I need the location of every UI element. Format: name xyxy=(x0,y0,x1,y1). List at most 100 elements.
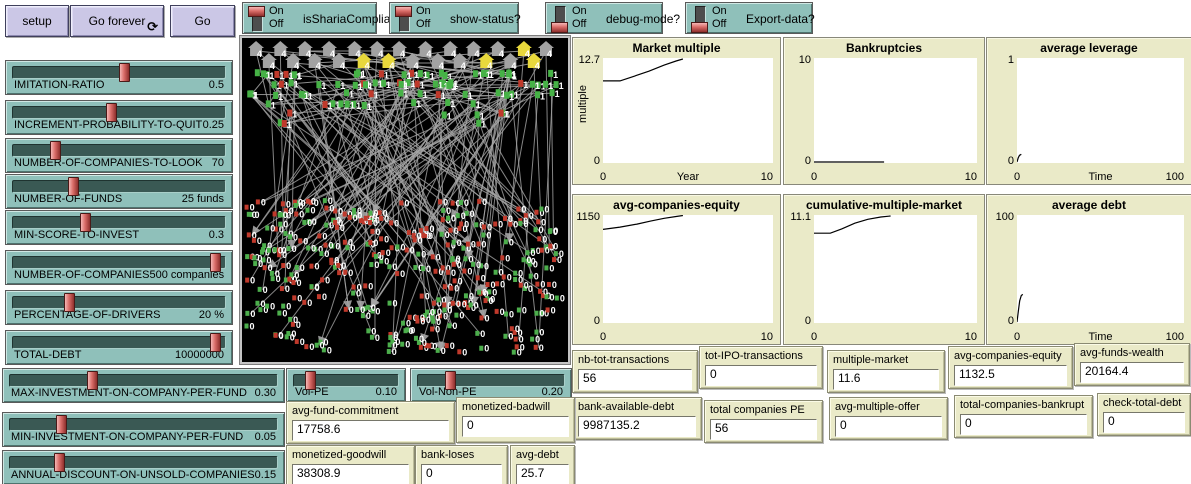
svg-text:0: 0 xyxy=(279,331,284,341)
switch-knob[interactable] xyxy=(551,22,568,33)
y-axis-max-tick: 11.1 xyxy=(784,211,811,223)
slider-track[interactable] xyxy=(12,336,226,349)
monitor-label: avg-debt xyxy=(511,446,574,461)
monitor-label: bank-available-debt xyxy=(573,398,701,413)
slider-value: 0.30 xyxy=(255,387,276,399)
svg-text:0: 0 xyxy=(290,332,295,342)
svg-text:0: 0 xyxy=(258,259,263,269)
svg-text:1: 1 xyxy=(535,81,540,91)
monitor-label: nb-tot-transactions xyxy=(573,351,697,366)
svg-text:0: 0 xyxy=(462,347,467,357)
slider-number-of-companies-to-look[interactable]: NUMBER-OF-COMPANIES-TO-LOOK70 xyxy=(5,138,233,173)
monitor-monetized-badwill: monetized-badwill 0 xyxy=(456,397,575,443)
slider-thumb[interactable] xyxy=(210,253,221,272)
svg-text:0: 0 xyxy=(329,204,334,214)
monitor-value: 56 xyxy=(578,369,692,390)
svg-text:4: 4 xyxy=(316,61,321,71)
svg-text:0: 0 xyxy=(322,292,327,302)
svg-text:1: 1 xyxy=(486,70,491,80)
switch-knob[interactable] xyxy=(248,6,265,17)
monitor-avg-multiple-offer: avg-multiple-offer 0 xyxy=(829,397,948,440)
monitor-value: 0 xyxy=(960,414,1087,435)
slider-thumb[interactable] xyxy=(56,415,67,434)
slider-increment-probability-to-quit[interactable]: INCREMENT-PROBABILITY-TO-QUIT0.25 xyxy=(5,100,233,135)
svg-text:0: 0 xyxy=(464,198,469,208)
svg-text:0: 0 xyxy=(298,201,303,211)
switch-export-data[interactable]: OnOff Export-data? xyxy=(685,2,813,34)
go-forever-button[interactable]: Go forever ⟳ xyxy=(70,5,164,37)
plot-cumulative-multiple-market: cumulative-multiple-market 11.1 0 0 10 xyxy=(783,194,985,345)
slider-total-debt[interactable]: TOTAL-DEBT10000000 xyxy=(5,330,233,365)
slider-thumb[interactable] xyxy=(305,371,316,390)
monitor-nb-tot-transactions: nb-tot-transactions 56 xyxy=(572,350,698,393)
slider-vol-pe[interactable]: Vol-PE0.10 xyxy=(286,368,406,402)
go-button[interactable]: Go xyxy=(170,5,235,37)
slider-thumb[interactable] xyxy=(80,213,91,232)
switch-knob[interactable] xyxy=(395,6,412,17)
svg-text:0: 0 xyxy=(509,310,514,320)
monitor-check-total-debt: check-total-debt 0 xyxy=(1097,393,1191,436)
switch-show-status[interactable]: OnOff show-status? xyxy=(389,2,519,34)
slider-thumb[interactable] xyxy=(445,371,456,390)
slider-min-investment-on-company-per-fund[interactable]: MIN-INVESTMENT-ON-COMPANY-PER-FUND0.05 xyxy=(2,412,285,447)
slider-number-of-funds[interactable]: NUMBER-OF-FUNDS25 funds xyxy=(5,174,233,209)
slider-track[interactable] xyxy=(12,216,226,229)
svg-text:0: 0 xyxy=(261,197,266,207)
svg-text:1: 1 xyxy=(509,92,514,102)
switch-label: show-status? xyxy=(450,12,521,26)
slider-number-of-companies[interactable]: NUMBER-OF-COMPANIES500 companies xyxy=(5,250,233,285)
agents-network-canvas[interactable]: 4444444444444444444444444111111111111111… xyxy=(242,38,568,362)
svg-text:0: 0 xyxy=(340,223,345,233)
slider-label: TOTAL-DEBT xyxy=(14,349,81,361)
svg-text:0: 0 xyxy=(456,254,461,264)
slider-track[interactable] xyxy=(12,256,226,269)
svg-text:0: 0 xyxy=(471,240,476,250)
slider-label: IMITATION-RATIO xyxy=(14,79,104,91)
svg-text:1: 1 xyxy=(430,72,435,82)
svg-text:0: 0 xyxy=(534,272,539,282)
slider-track[interactable] xyxy=(12,180,226,193)
slider-track[interactable] xyxy=(12,144,226,157)
world-view[interactable]: 4444444444444444444444444111111111111111… xyxy=(240,36,570,364)
svg-text:0: 0 xyxy=(303,236,308,246)
slider-track[interactable] xyxy=(12,296,226,309)
slider-percentage-of-drivers[interactable]: PERCENTAGE-OF-DRIVERS20 % xyxy=(5,290,233,325)
slider-thumb[interactable] xyxy=(68,177,79,196)
svg-text:0: 0 xyxy=(552,280,557,290)
slider-thumb[interactable] xyxy=(54,453,65,472)
svg-text:0: 0 xyxy=(482,288,487,298)
switch-knob[interactable] xyxy=(691,22,708,33)
switch-issharia-compliant[interactable]: OnOff isShariaCompliant? xyxy=(242,2,377,34)
slider-imitation-ratio[interactable]: IMITATION-RATIO0.5 xyxy=(5,60,233,95)
svg-text:0: 0 xyxy=(539,328,544,338)
switch-debug-mode[interactable]: OnOff debug-mode? xyxy=(545,2,663,34)
slider-thumb[interactable] xyxy=(87,371,98,390)
slider-track[interactable] xyxy=(9,456,278,469)
slider-thumb[interactable] xyxy=(50,141,61,160)
slider-thumb[interactable] xyxy=(106,103,117,122)
slider-track[interactable] xyxy=(9,374,278,387)
svg-text:0: 0 xyxy=(270,302,275,312)
slider-value: 0.15 xyxy=(255,469,276,481)
y-axis-max-tick: 10 xyxy=(784,54,811,66)
slider-min-score-to-invest[interactable]: MIN-SCORE-TO-INVEST0.3 xyxy=(5,210,233,245)
slider-thumb[interactable] xyxy=(210,333,221,352)
slider-max-investment-on-company-per-fund[interactable]: MAX-INVESTMENT-ON-COMPANY-PER-FUND0.30 xyxy=(2,368,285,403)
svg-text:1: 1 xyxy=(447,111,452,121)
svg-text:0: 0 xyxy=(559,249,564,259)
svg-text:0: 0 xyxy=(518,269,523,279)
svg-text:0: 0 xyxy=(375,333,380,343)
monitor-value: 1132.5 xyxy=(954,365,1067,386)
slider-thumb[interactable] xyxy=(64,293,75,312)
monitor-avg-fund-commitment: avg-fund-commitment 17758.6 xyxy=(286,401,455,444)
setup-button[interactable]: setup xyxy=(5,5,69,37)
x-axis-label: Time xyxy=(1017,171,1184,183)
slider-label: MIN-SCORE-TO-INVEST xyxy=(14,229,139,241)
svg-text:1: 1 xyxy=(511,69,516,79)
slider-thumb[interactable] xyxy=(119,63,130,82)
slider-track[interactable] xyxy=(9,418,278,431)
plot-average-leverage: average leverage 1 0 0 100 Time xyxy=(986,37,1191,185)
plot-title: average debt xyxy=(987,195,1191,212)
slider-annual-discount-on-unsold-companies[interactable]: ANNUAL-DISCOUNT-ON-UNSOLD-COMPANIES0.15 xyxy=(2,450,285,484)
slider-track[interactable] xyxy=(12,106,226,119)
